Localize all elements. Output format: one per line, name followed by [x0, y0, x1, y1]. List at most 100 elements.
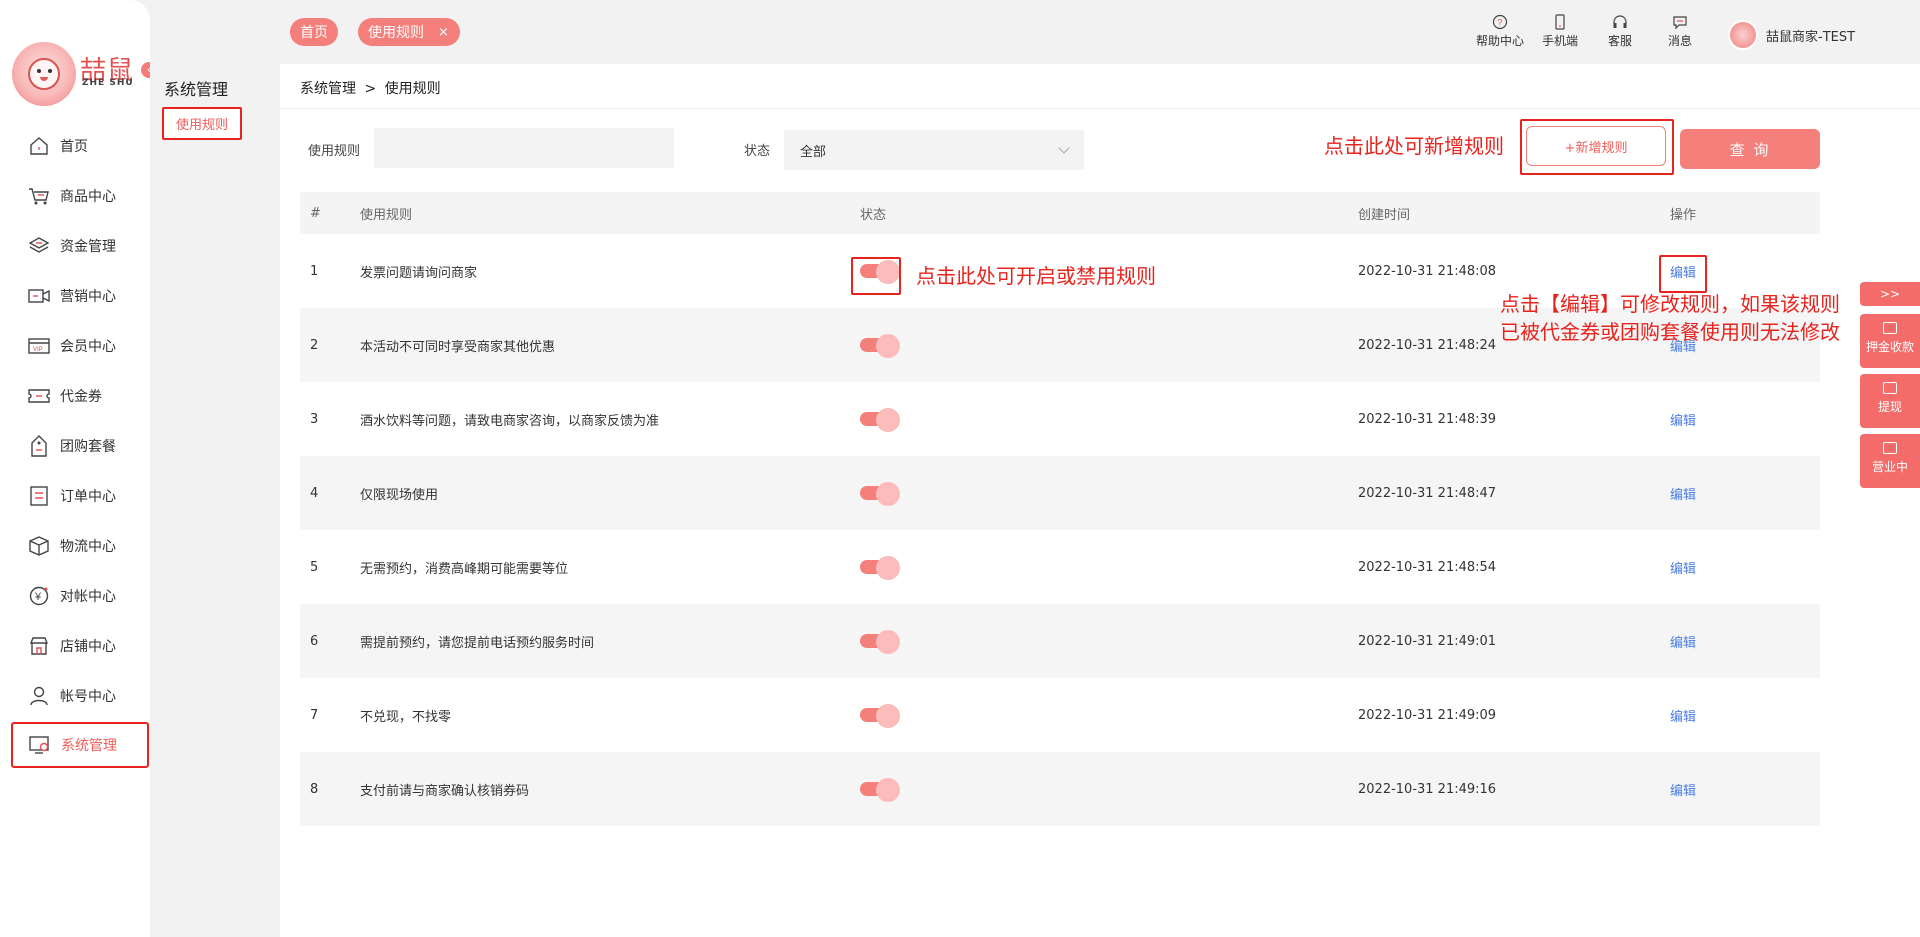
sidebar-item-orders[interactable]: 订单中心	[12, 476, 148, 516]
avatar	[1728, 20, 1758, 50]
tool-label: 客服	[1607, 34, 1632, 48]
sidebar-item-marketing[interactable]: 营销中心	[12, 276, 148, 316]
edit-link-label[interactable]: 编辑	[1670, 780, 1696, 799]
edit-link[interactable]: 编辑	[1670, 530, 1696, 604]
edit-link-label[interactable]: 编辑	[1670, 558, 1696, 577]
sidebar-item-home[interactable]: 首页	[12, 126, 148, 166]
status-toggle[interactable]	[860, 334, 900, 358]
tab-usage-rules[interactable]: 使用规则 ×	[358, 18, 460, 46]
breadcrumb-parent[interactable]: 系统管理	[300, 81, 356, 97]
status-toggle[interactable]	[860, 778, 900, 802]
status-toggle[interactable]	[860, 408, 900, 432]
row-number: 5	[310, 559, 319, 575]
annotation-edit-line2: 已被代金券或团购套餐使用则无法修改	[1500, 320, 1840, 344]
status-toggle[interactable]	[860, 704, 900, 728]
edit-link-label[interactable]: 编辑	[1670, 484, 1696, 503]
row-time: 2022-10-31 21:48:39	[1358, 411, 1497, 427]
sidebar-item-label: 代金券	[60, 389, 102, 405]
sidebar-item-goods[interactable]: 商品中心	[12, 176, 148, 216]
row-rule: 发票问题请询问商家	[360, 265, 478, 281]
video-icon	[28, 285, 50, 307]
edit-link[interactable]: 编辑	[1670, 382, 1696, 456]
customer-service-button[interactable]: 客服	[1592, 14, 1648, 49]
edit-link[interactable]: 编辑	[1670, 752, 1696, 826]
status-toggle[interactable]	[860, 630, 900, 654]
subnav-item-usage-rules[interactable]: 使用规则	[162, 107, 242, 140]
rule-filter-input[interactable]	[374, 128, 674, 168]
status-toggle[interactable]	[860, 556, 900, 580]
settings-monitor-icon	[29, 734, 51, 756]
withdraw-button[interactable]: 提现	[1860, 374, 1920, 428]
edit-link-label[interactable]: 编辑	[1670, 410, 1696, 429]
edit-link[interactable]: 编辑	[1670, 604, 1696, 678]
row-time: 2022-10-31 21:48:54	[1358, 559, 1497, 575]
rule-filter-label: 使用规则	[308, 144, 361, 159]
status-select[interactable]: 全部	[784, 130, 1084, 170]
edit-link[interactable]: 编辑	[1670, 678, 1696, 752]
user-menu[interactable]: 喆鼠商家-TEST	[1728, 20, 1855, 50]
sidebar-item-group-package[interactable]: 团购套餐	[12, 426, 148, 466]
messages-button[interactable]: 消息	[1652, 14, 1708, 49]
sub-navigation: 系统管理 使用规则	[150, 0, 280, 937]
table-row: 4 仅限现场使用 2022-10-31 21:48:47 编辑	[300, 456, 1820, 530]
query-button[interactable]: 查 询	[1680, 129, 1820, 169]
yen-icon: ¥	[28, 585, 50, 607]
float-label: 营业中	[1871, 460, 1908, 474]
edit-link-label[interactable]: 编辑	[1670, 706, 1696, 725]
phone-icon	[1555, 14, 1565, 30]
layers-icon	[28, 235, 50, 257]
help-icon: ?	[1492, 14, 1508, 30]
help-center-button[interactable]: ? 帮助中心	[1472, 14, 1528, 49]
float-label: 押金收款	[1865, 340, 1914, 354]
row-rule: 不兑现，不找零	[360, 709, 452, 725]
annotation-frame-edit	[1659, 255, 1707, 293]
chevron-down-icon	[1058, 142, 1070, 154]
header-cell: 操作	[1670, 207, 1697, 223]
sidebar-item-label: 帐号中心	[60, 689, 116, 705]
edit-link-label[interactable]: 编辑	[1670, 632, 1696, 651]
close-icon[interactable]: ×	[438, 25, 449, 40]
header-cell: #	[310, 205, 321, 221]
row-rule: 酒水饮料等问题，请致电商家咨询，以商家反馈为准	[360, 413, 660, 429]
status-toggle-cell	[860, 308, 900, 382]
table-row: 8 支付前请与商家确认核销券码 2022-10-31 21:49:16 编辑	[300, 752, 1820, 826]
sidebar-item-funds[interactable]: 资金管理	[12, 226, 148, 266]
add-rule-button[interactable]: +新增规则	[1526, 126, 1666, 166]
row-time: 2022-10-31 21:49:09	[1358, 707, 1497, 723]
sidebar-item-account[interactable]: 帐号中心	[12, 676, 148, 716]
edit-link[interactable]: 编辑	[1670, 456, 1696, 530]
sidebar-item-voucher[interactable]: 代金券	[12, 376, 148, 416]
table-row: 5 无需预约，消费高峰期可能需要等位 2022-10-31 21:48:54 编…	[300, 530, 1820, 604]
vip-card-icon: VIP	[28, 335, 50, 357]
sidebar-item-reconcile[interactable]: ¥ 对帐中心	[12, 576, 148, 616]
top-bar: 首页 使用规则 × ? 帮助中心 手机端 客服 消息 喆鼠商家-TEST	[280, 0, 1920, 64]
list-doc-icon	[28, 485, 50, 507]
deposit-collection-button[interactable]: 押金收款	[1860, 314, 1920, 368]
tool-label: 手机端	[1541, 34, 1578, 48]
row-time: 2022-10-31 21:48:08	[1358, 263, 1497, 279]
annotation-edit-line1: 点击【编辑】可修改规则，如果该规则	[1500, 292, 1840, 316]
tab-home[interactable]: 首页	[290, 18, 338, 46]
svg-text:¥: ¥	[34, 591, 42, 603]
sidebar-item-system[interactable]: 系统管理	[11, 722, 149, 768]
mobile-button[interactable]: 手机端	[1532, 14, 1588, 49]
tag-icon	[28, 435, 50, 457]
status-toggle[interactable]	[860, 482, 900, 506]
sidebar-item-label: 营销中心	[60, 289, 116, 305]
row-time: 2022-10-31 21:48:24	[1358, 337, 1497, 353]
float-expand-button[interactable]: >>	[1860, 282, 1920, 306]
business-status-button[interactable]: 营业中	[1860, 434, 1920, 488]
sidebar-item-logistics[interactable]: 物流中心	[12, 526, 148, 566]
cart-icon	[28, 185, 50, 207]
table-header: # 使用规则 状态 创建时间 操作	[300, 192, 1820, 234]
sidebar-item-label: 会员中心	[60, 339, 116, 355]
row-rule: 本活动不可同时享受商家其他优惠	[360, 339, 556, 355]
table-row: 3 酒水饮料等问题，请致电商家咨询，以商家反馈为准 2022-10-31 21:…	[300, 382, 1820, 456]
tab-label: 使用规则	[368, 25, 424, 41]
float-label: 提现	[1877, 400, 1902, 414]
headset-icon	[1613, 15, 1627, 28]
ticket-icon	[28, 385, 50, 407]
sidebar-item-store[interactable]: 店铺中心	[12, 626, 148, 666]
status-toggle-cell	[860, 382, 900, 456]
sidebar-item-members[interactable]: VIP 会员中心	[12, 326, 148, 366]
